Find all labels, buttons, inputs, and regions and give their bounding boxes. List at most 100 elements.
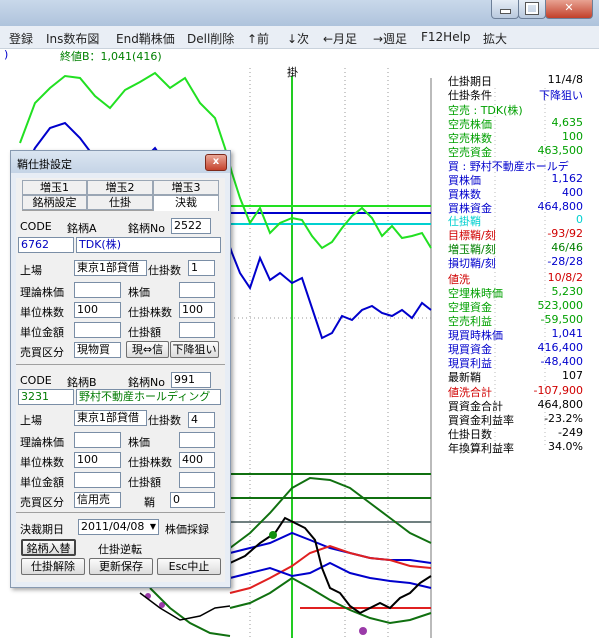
- price-b-label: 株価: [128, 436, 150, 449]
- unit-amount-b-label: 単位金額: [20, 476, 64, 489]
- info-row-value: 46/46: [551, 241, 583, 254]
- theory-price-a-field[interactable]: [74, 282, 121, 298]
- reverse-entry-button[interactable]: 仕掛逆転: [98, 541, 142, 557]
- tab-stock-settings[interactable]: 銘柄設定: [22, 195, 87, 210]
- tab-entry[interactable]: 仕掛: [87, 195, 153, 210]
- info-row-label: 仕掛条件: [448, 89, 492, 102]
- tab-settlement[interactable]: 決裁: [153, 195, 219, 211]
- info-row-value: 400: [562, 186, 583, 199]
- update-save-button[interactable]: 更新保存: [89, 558, 153, 575]
- spread-field[interactable]: 0: [170, 492, 215, 508]
- info-row-value: 464,800: [537, 200, 584, 213]
- unit-shares-b-field[interactable]: 100: [74, 452, 121, 468]
- open-amount-b-field[interactable]: [179, 472, 215, 488]
- menu-item-del[interactable]: Dell削除: [187, 30, 234, 47]
- code-a-field[interactable]: 6762: [18, 237, 74, 253]
- tab-add-lot-2[interactable]: 増玉2: [87, 180, 153, 195]
- info-row-value: 10/8/2: [547, 271, 583, 284]
- open-amount-a-field[interactable]: [179, 322, 215, 338]
- direction-button[interactable]: 下降狙い: [170, 341, 219, 358]
- info-row-value: -28/28: [547, 255, 583, 268]
- info-row-value: 463,500: [537, 144, 584, 157]
- menu-item-weekly[interactable]: →週足: [373, 30, 407, 47]
- settle-date-label: 決裁期日: [20, 523, 64, 536]
- market-b-field[interactable]: 東京1部貸借: [74, 410, 147, 426]
- menu-item-zoom[interactable]: 拡大: [483, 30, 507, 47]
- menu-item-register[interactable]: 登録: [9, 30, 33, 47]
- maximize-button[interactable]: [518, 0, 546, 19]
- open-shares-a-label: 仕掛株数: [128, 306, 172, 319]
- theory-price-a-label: 理論株価: [20, 286, 64, 299]
- close-price-label: 終値B：1,041(416): [60, 49, 162, 63]
- esc-cancel-button[interactable]: Esc中止: [157, 558, 221, 575]
- stock-name-a-field[interactable]: TDK(株): [76, 237, 221, 253]
- spread-setup-dialog: 鞘仕掛設定 x 増玉1 増玉2 増玉3 銘柄設定 仕掛 決裁 CODE 銘柄A …: [10, 150, 231, 588]
- menu-item-end-price[interactable]: End鞘株価: [116, 30, 175, 47]
- dialog-close-button[interactable]: x: [205, 154, 227, 171]
- tab-add-lot-3[interactable]: 増玉3: [153, 180, 219, 195]
- stock-name-b-field[interactable]: 野村不動産ホールディング: [76, 389, 221, 405]
- menu-item-monthly[interactable]: ←月足: [323, 30, 357, 47]
- info-row-value: 416,400: [537, 341, 584, 354]
- stock-a-label: 銘柄A: [67, 222, 97, 235]
- menu-item-next[interactable]: ↓次: [287, 30, 309, 47]
- market-b-label: 上場: [20, 414, 42, 427]
- minimize-button[interactable]: [491, 0, 519, 19]
- chart-corner-mark: ): [4, 48, 8, 61]
- lots-a-field[interactable]: 1: [188, 260, 215, 276]
- price-adopt-button[interactable]: 株価採録: [165, 521, 209, 537]
- lots-b-label: 仕掛数: [148, 414, 181, 427]
- info-row-value: 523,000: [537, 299, 584, 312]
- info-row-value: -249: [558, 426, 583, 439]
- dialog-titlebar: 鞘仕掛設定 x: [11, 151, 230, 173]
- menu-item-prev[interactable]: ↑前: [247, 30, 269, 47]
- close-button[interactable]: ✕: [545, 0, 593, 19]
- band-lower: [229, 576, 432, 625]
- info-row-value: 107: [562, 369, 583, 382]
- menu-item-ins-scatter[interactable]: Ins数布図: [46, 30, 99, 47]
- moving-average-blue-2: [229, 561, 432, 589]
- theory-price-b-field[interactable]: [74, 432, 121, 448]
- info-row-value: 34.0%: [548, 440, 583, 453]
- menu-bar: 登録 Ins数布図 End鞘株価 Dell削除 ↑前 ↓次 ←月足 →週足 F1…: [0, 26, 599, 49]
- minimize-icon: [499, 9, 511, 14]
- unit-shares-a-field[interactable]: 100: [74, 302, 121, 318]
- menu-item-help[interactable]: F12Help: [421, 30, 471, 44]
- price-a-field[interactable]: [179, 282, 215, 298]
- unit-amount-a-label: 単位金額: [20, 326, 64, 339]
- unit-amount-a-field[interactable]: [74, 322, 121, 338]
- price-b-field[interactable]: [179, 432, 215, 448]
- open-shares-b-field[interactable]: 400: [179, 452, 215, 468]
- spread-label: 鞘: [144, 496, 155, 509]
- trade-type-a-field[interactable]: 現物買: [74, 342, 121, 358]
- tab-divider: [22, 210, 153, 211]
- stock-no-b-field[interactable]: 991: [171, 372, 211, 388]
- info-row-value: 1,162: [551, 172, 584, 185]
- info-row-value: -107,900: [533, 384, 583, 397]
- dialog-body: 増玉1 増玉2 増玉3 銘柄設定 仕掛 決裁 CODE 銘柄A 銘柄No 252…: [16, 178, 225, 582]
- price-a-label: 株価: [128, 286, 150, 299]
- tab-add-lot-1[interactable]: 増玉1: [22, 180, 87, 195]
- info-row-value: 下降狙い: [539, 89, 583, 102]
- trade-type-a-label: 売買区分: [20, 346, 64, 359]
- lots-b-field[interactable]: 4: [188, 412, 215, 428]
- trade-type-b-field[interactable]: 信用売: [74, 492, 121, 508]
- market-a-label: 上場: [20, 264, 42, 277]
- unit-shares-b-label: 単位株数: [20, 456, 64, 469]
- stock-no-a-field[interactable]: 2522: [171, 218, 211, 234]
- band-lower-left: [149, 587, 231, 637]
- open-amount-b-label: 仕掛額: [128, 476, 161, 489]
- code-b-field[interactable]: 3231: [18, 389, 74, 405]
- lots-a-label: 仕掛数: [148, 264, 181, 277]
- cash-margin-toggle-button[interactable]: 現⇔信: [126, 341, 169, 358]
- unit-amount-b-field[interactable]: [74, 472, 121, 488]
- market-a-field[interactable]: 東京1部貸借: [74, 260, 147, 276]
- dropdown-arrow-icon[interactable]: ▼: [150, 520, 156, 534]
- open-shares-b-label: 仕掛株数: [128, 456, 172, 469]
- settle-date-picker[interactable]: 2011/04/08 ▼: [78, 519, 159, 535]
- info-row-label: 最新鞘: [448, 371, 481, 384]
- cancel-entry-button[interactable]: 仕掛解除: [21, 558, 85, 575]
- open-amount-a-label: 仕掛額: [128, 326, 161, 339]
- stock-swap-button[interactable]: 銘柄入替: [21, 539, 76, 556]
- open-shares-a-field[interactable]: 100: [179, 302, 215, 318]
